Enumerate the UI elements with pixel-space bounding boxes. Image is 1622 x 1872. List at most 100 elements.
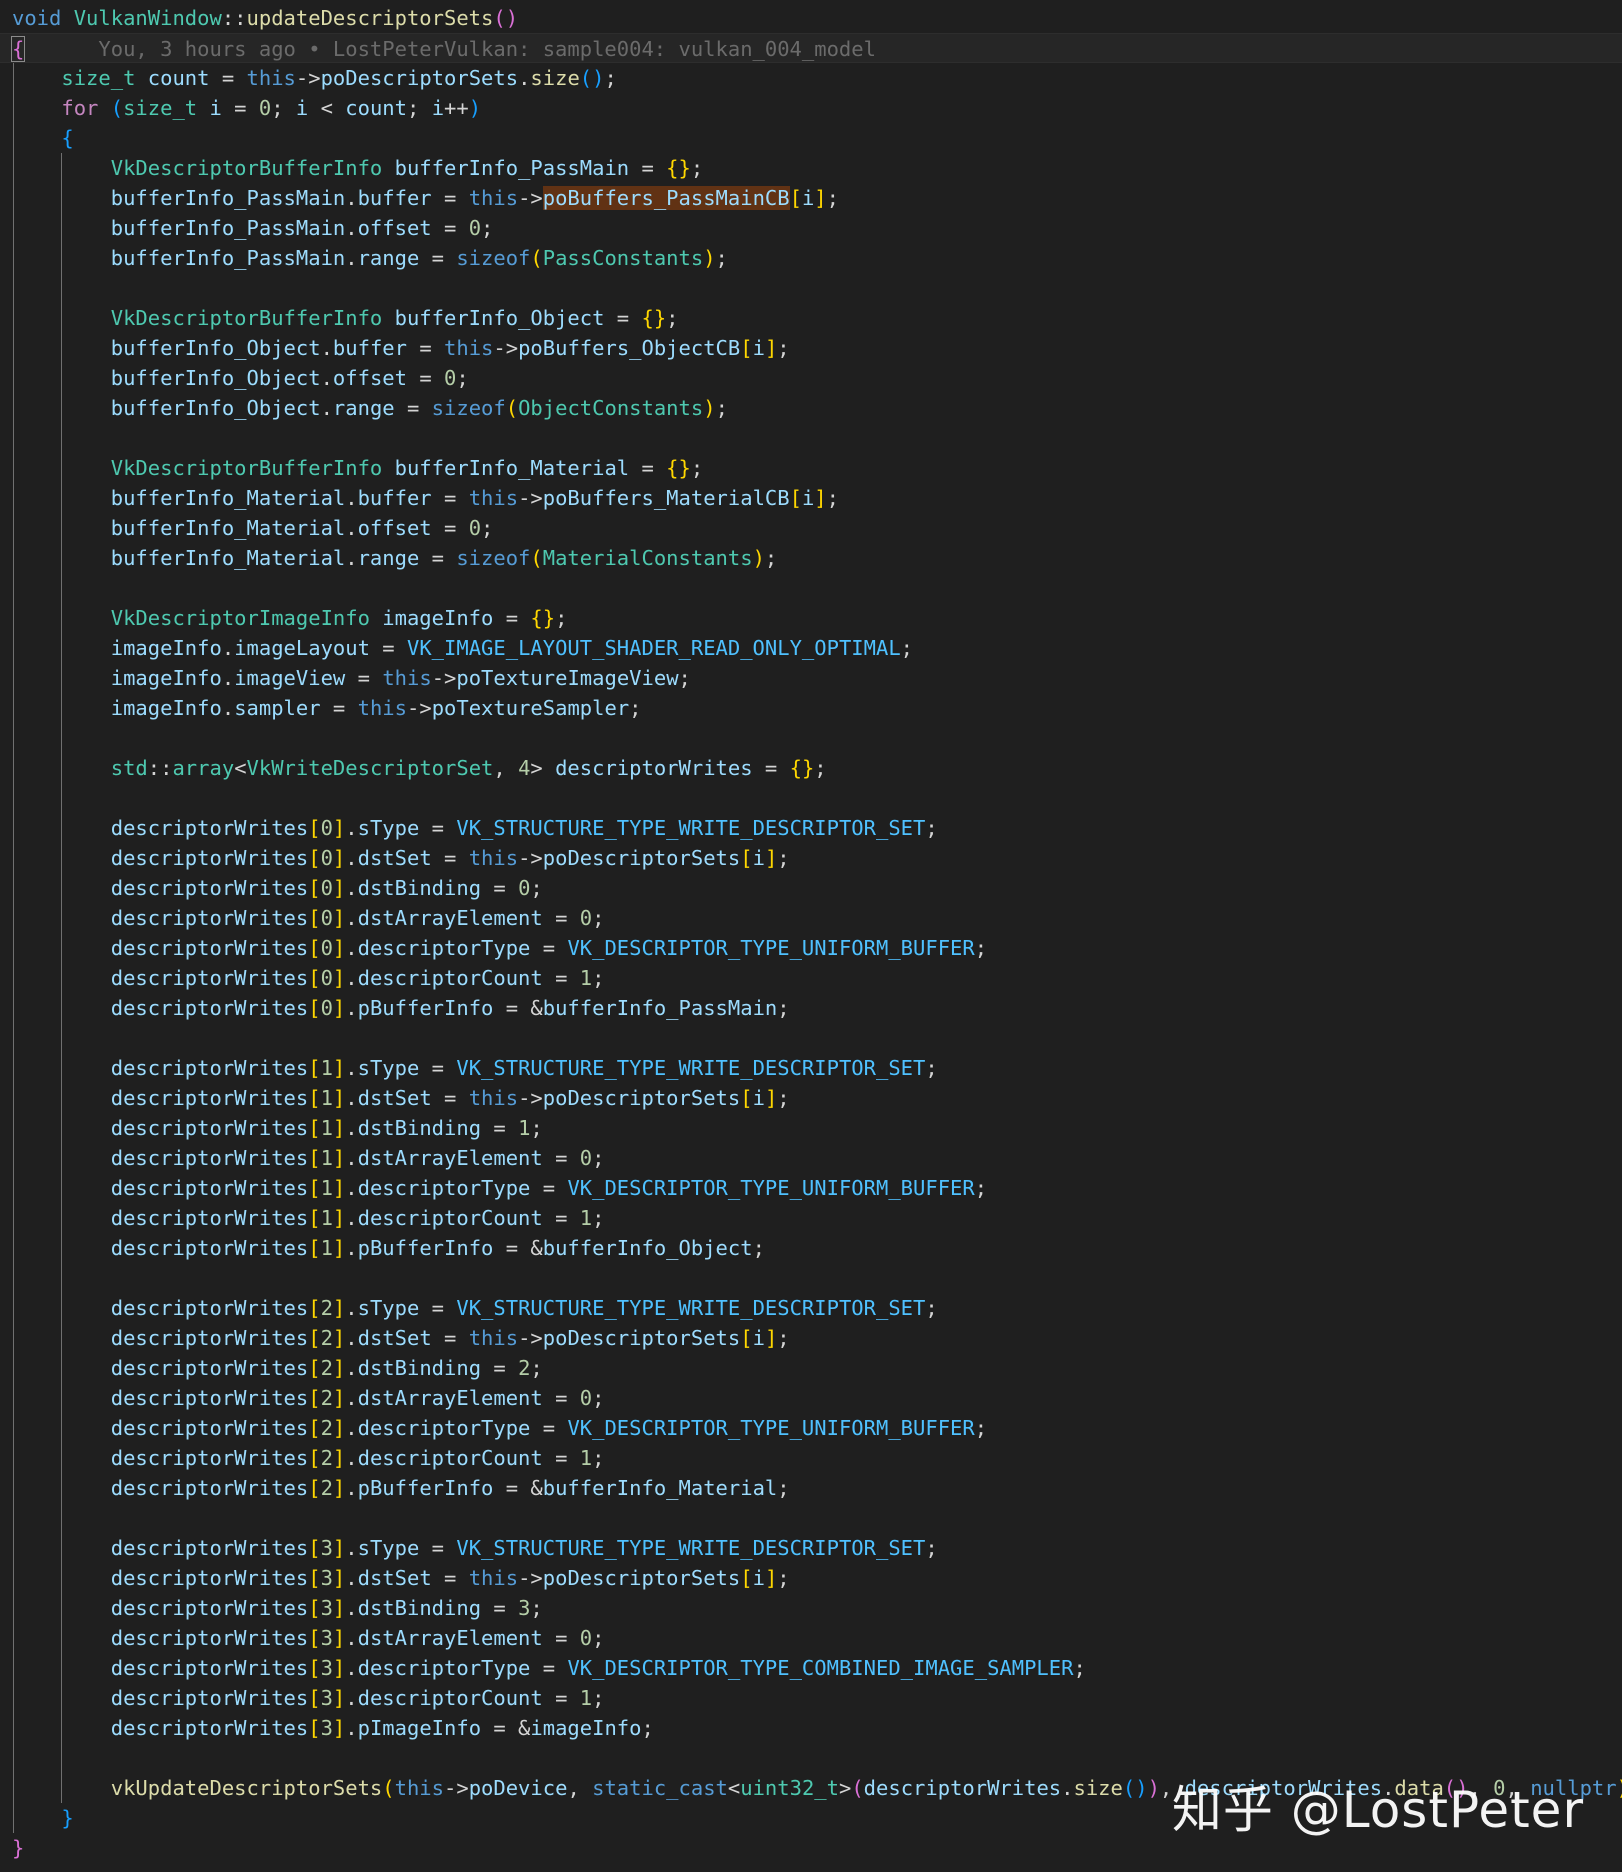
code-token: = bbox=[406, 366, 445, 390]
code-line[interactable]: descriptorWrites[0].descriptorType = VK_… bbox=[12, 933, 987, 963]
code-line[interactable]: descriptorWrites[0].pBufferInfo = &buffe… bbox=[12, 993, 790, 1023]
code-token: count bbox=[147, 66, 210, 90]
code-line[interactable]: bufferInfo_Material.buffer = this->poBuf… bbox=[12, 483, 839, 513]
code-line[interactable]: descriptorWrites[1].dstSet = this->poDes… bbox=[12, 1083, 790, 1113]
code-line[interactable]: descriptorWrites[0].descriptorCount = 1; bbox=[12, 963, 605, 993]
code-token: descriptorWrites bbox=[110, 1566, 309, 1590]
code-token: descriptorWrites bbox=[110, 1536, 309, 1560]
code-line[interactable]: VkDescriptorImageInfo imageInfo = {}; bbox=[12, 603, 568, 633]
code-line[interactable]: } bbox=[12, 1803, 73, 1833]
code-line[interactable]: } bbox=[12, 1833, 24, 1863]
code-token: ; bbox=[555, 606, 568, 630]
code-line[interactable]: descriptorWrites[2].descriptorCount = 1; bbox=[12, 1443, 605, 1473]
code-token: ] bbox=[332, 1596, 346, 1620]
code-line[interactable]: descriptorWrites[1].dstBinding = 1; bbox=[12, 1113, 543, 1143]
code-token: descriptorCount bbox=[357, 1686, 543, 1710]
code-token: ; bbox=[481, 516, 494, 540]
code-token: . bbox=[345, 1116, 358, 1140]
code-token: ] bbox=[764, 1566, 778, 1590]
code-token: ] bbox=[332, 876, 346, 900]
code-token: VK_DESCRIPTOR_TYPE_UNIFORM_BUFFER bbox=[567, 1416, 975, 1440]
code-token: dstArrayElement bbox=[357, 1386, 543, 1410]
code-token: PassConstants bbox=[542, 246, 704, 270]
code-token: VulkanWindow bbox=[73, 6, 222, 30]
code-line[interactable]: descriptorWrites[3].sType = VK_STRUCTURE… bbox=[12, 1533, 938, 1563]
code-line-current[interactable]: { You, 3 hours ago • LostPeterVulkan: sa… bbox=[0, 33, 1622, 63]
code-token: {} bbox=[641, 306, 667, 330]
code-line[interactable]: imageInfo.imageView = this->poTextureIma… bbox=[12, 663, 691, 693]
code-line[interactable]: descriptorWrites[3].pImageInfo = &imageI… bbox=[12, 1713, 654, 1743]
code-token: ( bbox=[530, 246, 543, 270]
code-line[interactable]: descriptorWrites[0].dstArrayElement = 0; bbox=[12, 903, 605, 933]
code-line[interactable]: void VulkanWindow::updateDescriptorSets(… bbox=[12, 3, 518, 33]
code-token: ] bbox=[332, 1086, 346, 1110]
code-line[interactable]: descriptorWrites[3].dstSet = this->poDes… bbox=[12, 1563, 790, 1593]
code-line[interactable]: bufferInfo_Object.buffer = this->poBuffe… bbox=[12, 333, 790, 363]
code-line[interactable]: imageInfo.sampler = this->poTextureSampl… bbox=[12, 693, 642, 723]
code-line[interactable]: descriptorWrites[1].descriptorType = VK_… bbox=[12, 1173, 987, 1203]
code-line[interactable]: descriptorWrites[2].sType = VK_STRUCTURE… bbox=[12, 1293, 938, 1323]
code-token: bufferInfo_Material bbox=[394, 456, 630, 480]
code-token: . bbox=[221, 666, 235, 690]
code-line[interactable]: bufferInfo_Object.offset = 0; bbox=[12, 363, 469, 393]
code-line[interactable]: descriptorWrites[0].dstSet = this->poDes… bbox=[12, 843, 790, 873]
code-token: bufferInfo_PassMain bbox=[542, 996, 778, 1020]
code-token: = bbox=[493, 606, 531, 630]
code-line[interactable]: VkDescriptorBufferInfo bufferInfo_Object… bbox=[12, 303, 679, 333]
code-line[interactable]: bufferInfo_Material.range = sizeof(Mater… bbox=[12, 543, 778, 573]
code-token: ; bbox=[974, 1176, 988, 1200]
code-line[interactable]: std::array<VkWriteDescriptorSet, 4> desc… bbox=[12, 753, 827, 783]
code-line[interactable]: descriptorWrites[1].sType = VK_STRUCTURE… bbox=[12, 1053, 938, 1083]
code-token: descriptorCount bbox=[357, 1446, 543, 1470]
code-line[interactable]: descriptorWrites[3].descriptorCount = 1; bbox=[12, 1683, 605, 1713]
code-token: poDescriptorSets bbox=[542, 1086, 741, 1110]
code-token: ; bbox=[592, 966, 605, 990]
code-token: ; bbox=[592, 1686, 605, 1710]
code-line[interactable]: for (size_t i = 0; i < count; i++) bbox=[12, 93, 481, 123]
code-token: . bbox=[345, 1176, 358, 1200]
code-line[interactable]: { bbox=[12, 123, 73, 153]
code-line[interactable]: descriptorWrites[0].sType = VK_STRUCTURE… bbox=[12, 813, 938, 843]
code-token: descriptorWrites bbox=[110, 1356, 309, 1380]
code-line[interactable]: descriptorWrites[2].dstArrayElement = 0; bbox=[12, 1383, 605, 1413]
code-line[interactable]: descriptorWrites[1].dstArrayElement = 0; bbox=[12, 1143, 605, 1173]
code-token: this bbox=[357, 696, 407, 720]
code-line[interactable]: descriptorWrites[2].descriptorType = VK_… bbox=[12, 1413, 987, 1443]
code-line[interactable]: VkDescriptorBufferInfo bufferInfo_Materi… bbox=[12, 453, 703, 483]
code-token: = bbox=[419, 1536, 457, 1560]
code-line[interactable]: bufferInfo_PassMain.range = sizeof(PassC… bbox=[12, 243, 728, 273]
code-line[interactable]: descriptorWrites[2].pBufferInfo = &buffe… bbox=[12, 1473, 790, 1503]
code-line[interactable]: imageInfo.imageLayout = VK_IMAGE_LAYOUT_… bbox=[12, 633, 913, 663]
code-token: 3 bbox=[518, 1596, 531, 1620]
code-editor[interactable]: void VulkanWindow::updateDescriptorSets(… bbox=[0, 0, 1622, 1872]
code-line[interactable]: size_t count = this->poDescriptorSets.si… bbox=[12, 63, 616, 93]
code-token: dstArrayElement bbox=[357, 906, 543, 930]
code-token: size bbox=[1073, 1776, 1123, 1800]
code-line[interactable]: descriptorWrites[1].pBufferInfo = &buffe… bbox=[12, 1233, 765, 1263]
code-line[interactable]: bufferInfo_PassMain.offset = 0; bbox=[12, 213, 494, 243]
code-token: dstSet bbox=[357, 1566, 432, 1590]
code-token: 2 bbox=[320, 1416, 333, 1440]
code-token: 0 bbox=[320, 846, 333, 870]
code-token: ] bbox=[332, 816, 346, 840]
code-line[interactable]: bufferInfo_Object.range = sizeof(ObjectC… bbox=[12, 393, 728, 423]
code-line[interactable]: VkDescriptorBufferInfo bufferInfo_PassMa… bbox=[12, 153, 703, 183]
code-token: {} bbox=[530, 606, 556, 630]
code-line[interactable]: descriptorWrites[2].dstSet = this->poDes… bbox=[12, 1323, 790, 1353]
watermark-text: 知乎 @LostPeter bbox=[1171, 1781, 1584, 1839]
code-line[interactable]: descriptorWrites[3].descriptorType = VK_… bbox=[12, 1653, 1086, 1683]
code-line[interactable]: descriptorWrites[1].descriptorCount = 1; bbox=[12, 1203, 605, 1233]
code-token: ; bbox=[826, 186, 839, 210]
code-line[interactable]: descriptorWrites[3].dstBinding = 3; bbox=[12, 1593, 543, 1623]
code-line[interactable]: bufferInfo_Material.offset = 0; bbox=[12, 513, 494, 543]
code-line[interactable]: descriptorWrites[0].dstBinding = 0; bbox=[12, 873, 543, 903]
code-token: sType bbox=[357, 1536, 420, 1560]
code-line[interactable]: descriptorWrites[3].dstArrayElement = 0; bbox=[12, 1623, 605, 1653]
code-token: ; bbox=[777, 1476, 790, 1500]
code-line[interactable]: bufferInfo_PassMain.buffer = this->poBuf… bbox=[12, 183, 839, 213]
code-token: ; bbox=[752, 1236, 765, 1260]
code-line[interactable]: descriptorWrites[2].dstBinding = 2; bbox=[12, 1353, 543, 1383]
code-token: . bbox=[345, 996, 358, 1020]
